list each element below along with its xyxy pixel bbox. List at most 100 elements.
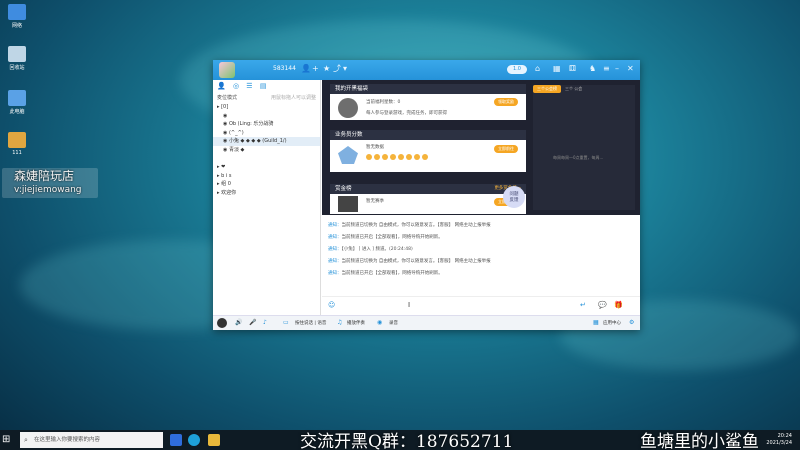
gift-icon[interactable]: 🎁 [614, 301, 623, 309]
chat-message-text: 【小兔】 [ 进入 ] 频道。(20:24:48) [341, 247, 413, 252]
sidebar-toolbar: 👤 ◎ ☰ ▤ [213, 80, 320, 92]
drag-hint: 用鼠标拖人可以调整 [270, 95, 316, 101]
titlebar-pill[interactable]: 1.0 [507, 65, 527, 74]
record-label[interactable]: 录音 [389, 320, 398, 326]
go-now-button[interactable]: 立即前往 [494, 145, 518, 153]
channel-tree-row[interactable]: ◉ Ob (Ling: 乐分战骑 [213, 120, 320, 129]
chat-input-area[interactable]: ☺ I ↵ 💬 🎁 [322, 296, 640, 314]
clock[interactable]: 20:24 2021/3/24 [766, 433, 792, 447]
ranking-note: 每周每周一0点重置，每周... [553, 155, 604, 160]
ranking-panel: 三个公会榜 三个 公会 每周每周一0点重置，每周... [533, 85, 635, 210]
channel-tree-row[interactable]: ◉ 青淡 ◆ [213, 146, 320, 155]
channel-tree-row[interactable]: ◉ (^_^) [213, 129, 320, 138]
chat-message: 通知：当前频道已切换为 自由模式，你可以随意发言。【客服】 网络主动上报举报 [322, 256, 640, 268]
tab-guild-rank[interactable]: 三个公会榜 [533, 85, 561, 93]
tab-guild[interactable]: 三个 公会 [561, 85, 586, 93]
speaker-icon[interactable]: 🔊 [235, 319, 242, 326]
user-avatar[interactable] [217, 318, 227, 328]
score-panel: 业务员分数 暂无数据 立即前往 [330, 130, 526, 172]
overlay-streamer-name: 鱼塘里的小鲨鱼 [640, 432, 759, 450]
channel-tree-row[interactable]: ▸ 组 0 [213, 180, 320, 189]
chat-message-text: 当前频道已开启【全部观看】，网络导购开始刷新。 [341, 271, 443, 276]
list-icon[interactable]: ☰ [246, 82, 252, 90]
settings-icon[interactable]: ⚙ [629, 319, 634, 326]
share-icon[interactable]: ⤴ [333, 64, 341, 74]
location-icon[interactable]: ◎ [233, 82, 239, 90]
channel-tree-row[interactable]: ▸ b i s [213, 172, 320, 181]
reward-icon [338, 98, 358, 118]
desktop-icon-label: 此电脑 [9, 109, 25, 115]
window-titlebar: 583144 👤 + ★ ⤴ ▾ 1.0 ⌂ ▦ ⚅ ♞ ≡ – ✕ [213, 60, 640, 80]
edge-browser-icon[interactable] [188, 434, 200, 446]
panel-title: 赏金榜 更多赏金榜 » [330, 184, 526, 194]
claim-reward-button[interactable]: 领取奖励 [494, 98, 518, 106]
main-content: 我的开黑福袋 当前福利星数：0 每人参与登录游戏，完成任务，即可获得 领取奖励 … [322, 80, 640, 215]
channel-tree-row[interactable]: ▸ ❤ [213, 163, 320, 172]
push-to-talk-label[interactable]: 按住说话 | 语音 [295, 320, 326, 326]
app-taskbar-icon[interactable] [208, 434, 220, 446]
avatar[interactable] [219, 62, 235, 78]
text-cursor-icon: I [408, 301, 411, 309]
app-center-icon[interactable]: ▦ [593, 319, 599, 326]
feedback-button[interactable]: 问题 反馈 [503, 186, 525, 208]
mic-icon[interactable]: 🎤 [249, 319, 256, 326]
bounty-panel: 赏金榜 更多赏金榜 » 暂无赛季 立即前往 [330, 184, 526, 214]
music-icon[interactable]: ♫ [337, 319, 342, 326]
desktop-icon-this-pc[interactable]: 此电脑 [3, 90, 31, 115]
send-icon[interactable]: ↵ [580, 301, 586, 309]
record-icon[interactable]: ◉ [377, 319, 382, 326]
lucky-bag-panel: 我的开黑福袋 当前福利星数：0 每人参与登录游戏，完成任务，即可获得 领取奖励 [330, 84, 526, 120]
watermark-title: 森婕陪玩店 [14, 169, 75, 183]
more-icon[interactable]: ▾ [343, 64, 347, 74]
screen-icon[interactable]: ▭ [283, 319, 289, 326]
app-center-label[interactable]: 应用中心 [603, 320, 621, 326]
search-placeholder: 在这里输入你要搜索的内容 [34, 437, 101, 443]
accompaniment-label[interactable]: 播放伴奏 [347, 320, 365, 326]
grid-icon[interactable]: ▤ [260, 82, 267, 90]
emoji-icon[interactable]: ☺ [328, 301, 335, 309]
recycle-bin-icon [8, 46, 26, 62]
apps-icon[interactable]: ▦ [553, 64, 561, 74]
channel-tree-row[interactable]: ◉ 小兔 ◆ ◆ ◆ ◆ (Guild_1/) [213, 137, 320, 146]
chat-message-tag: 通知： [328, 271, 342, 276]
home-icon[interactable]: ⌂ [535, 64, 540, 74]
mic-mode-label[interactable]: 麦位模式 [217, 94, 237, 101]
computer-icon [8, 90, 26, 106]
voice-chat-window: 583144 👤 + ★ ⤴ ▾ 1.0 ⌂ ▦ ⚅ ♞ ≡ – ✕ 👤 ◎ ☰… [213, 60, 640, 330]
chat-log: 通知：当前频道已切换为 自由模式，你可以随意发言。【客服】 网络主动上报举报 通知… [322, 220, 640, 292]
channel-tree-row[interactable]: ▸ [0] [213, 103, 320, 112]
menu-icon[interactable]: ≡ [603, 64, 610, 74]
desktop-icon-label: 回收站 [9, 65, 25, 71]
volume-icon[interactable]: ♪ [263, 319, 267, 326]
channel-sidebar: 👤 ◎ ☰ ▤ 麦位模式 用鼠标拖人可以调整 ▸ [0] ◉ ◉ Ob (Ling:… [213, 80, 321, 315]
channel-tree-row[interactable] [213, 155, 320, 164]
ranking-tabs: 三个公会榜 三个 公会 [533, 85, 635, 93]
chat-message-tag: 通知： [328, 247, 342, 252]
plus-icon[interactable]: + [312, 64, 319, 74]
panel-title: 我的开黑福袋 [330, 84, 526, 94]
taskbar-search[interactable]: ⌕ 在这里输入你要搜索的内容 [20, 432, 163, 448]
overlay-qq-group: 交流开黑Q群：187652711 [300, 432, 514, 450]
network-icon [8, 4, 26, 20]
watermark-tag: 森婕陪玩店 v:jiejiemowang [2, 168, 98, 198]
task-view-icon[interactable] [170, 434, 182, 446]
chat-bubble-icon[interactable]: 💬 [598, 301, 607, 309]
chat-message-tag: 通知： [328, 235, 342, 240]
gamepad-icon[interactable]: ⚅ [569, 64, 576, 74]
room-id: 583144 [273, 65, 296, 72]
user-icon[interactable]: 👤 [301, 64, 311, 74]
shirt-icon[interactable]: ♞ [589, 64, 596, 74]
star-icon[interactable]: ★ [323, 64, 330, 74]
channel-tree-row[interactable]: ▸ 欢迎你 [213, 189, 320, 198]
person-icon[interactable]: 👤 [217, 82, 226, 90]
minimize-icon[interactable]: – [615, 64, 619, 74]
chat-message: 通知：当前频道已开启【全部观看】，网络导购开始刷新。 [322, 232, 640, 244]
desktop-icon-recycle-bin[interactable]: 回收站 [3, 46, 31, 71]
search-icon: ⌕ [24, 436, 28, 444]
close-icon[interactable]: ✕ [627, 64, 634, 74]
channel-tree-row[interactable]: ◉ [213, 112, 320, 121]
channel-tree: ▸ [0] ◉ ◉ Ob (Ling: 乐分战骑 ◉ (^_^) ◉ 小兔 ◆ ◆ ◆ … [213, 103, 320, 198]
desktop-icon-network[interactable]: 网络 [3, 4, 31, 29]
desktop-icon-folder[interactable]: 111 [3, 132, 31, 156]
windows-start-icon[interactable]: ⊞ [2, 434, 14, 446]
